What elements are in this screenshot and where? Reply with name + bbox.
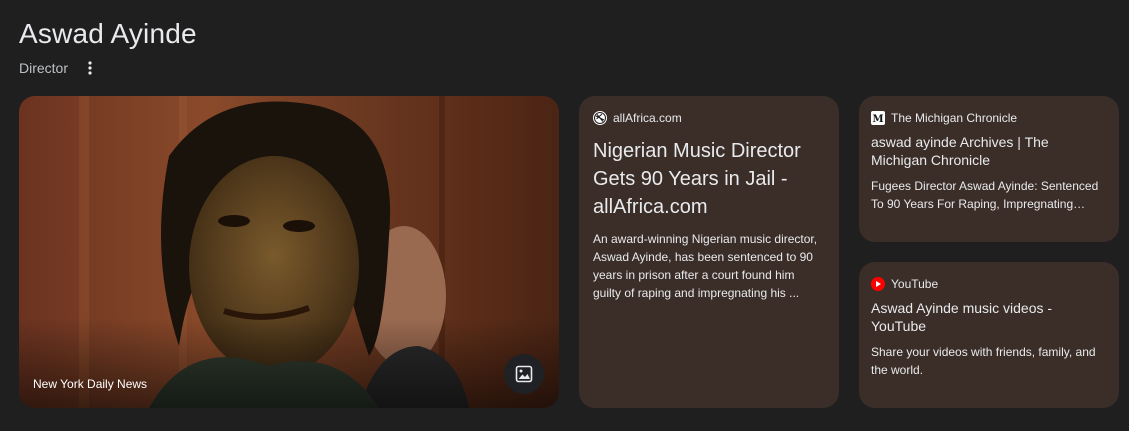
more-vert-icon <box>88 61 92 75</box>
card-source: M The Michigan Chronicle <box>871 111 1107 125</box>
hero-shade <box>19 318 559 408</box>
more-options-button[interactable] <box>80 58 100 78</box>
subtitle: Director <box>19 60 69 76</box>
card-headline[interactable]: Aswad Ayinde music videos - YouTube <box>871 299 1107 335</box>
card-source-name: YouTube <box>891 277 939 291</box>
card-source-name: The Michigan Chronicle <box>891 111 1018 125</box>
hero-image-card[interactable]: New York Daily News <box>19 96 559 408</box>
hero-source-label: New York Daily News <box>33 377 148 391</box>
result-card-michigan-chronicle[interactable]: M The Michigan Chronicle aswad ayinde Ar… <box>859 96 1119 242</box>
page-title: Aswad Ayinde <box>19 18 197 49</box>
result-card-youtube[interactable]: YouTube Aswad Ayinde music videos - YouT… <box>859 262 1119 408</box>
michigan-chronicle-favicon-icon: M <box>871 111 885 125</box>
image-icon <box>515 365 533 383</box>
svg-text:M: M <box>872 114 883 124</box>
card-source: allAfrica.com <box>593 111 825 125</box>
youtube-favicon-icon <box>871 277 885 291</box>
card-snippet: An award-winning Nigerian music director… <box>593 232 818 300</box>
card-source: YouTube <box>871 277 1107 291</box>
card-snippet: Share your videos with friends, family, … <box>871 345 1096 377</box>
result-card-allafrica[interactable]: allAfrica.com Nigerian Music Director Ge… <box>579 96 839 408</box>
subtitle-row: Director <box>19 58 100 78</box>
card-snippet: Fugees Director Aswad Ayinde: Sentenced … <box>871 179 1099 211</box>
view-image-button[interactable] <box>504 354 544 394</box>
card-headline[interactable]: aswad ayinde Archives | The Michigan Chr… <box>871 133 1107 169</box>
card-source-name: allAfrica.com <box>613 111 682 125</box>
card-headline[interactable]: Nigerian Music Director Gets 90 Years in… <box>593 137 825 221</box>
allafrica-favicon-icon <box>593 111 607 125</box>
